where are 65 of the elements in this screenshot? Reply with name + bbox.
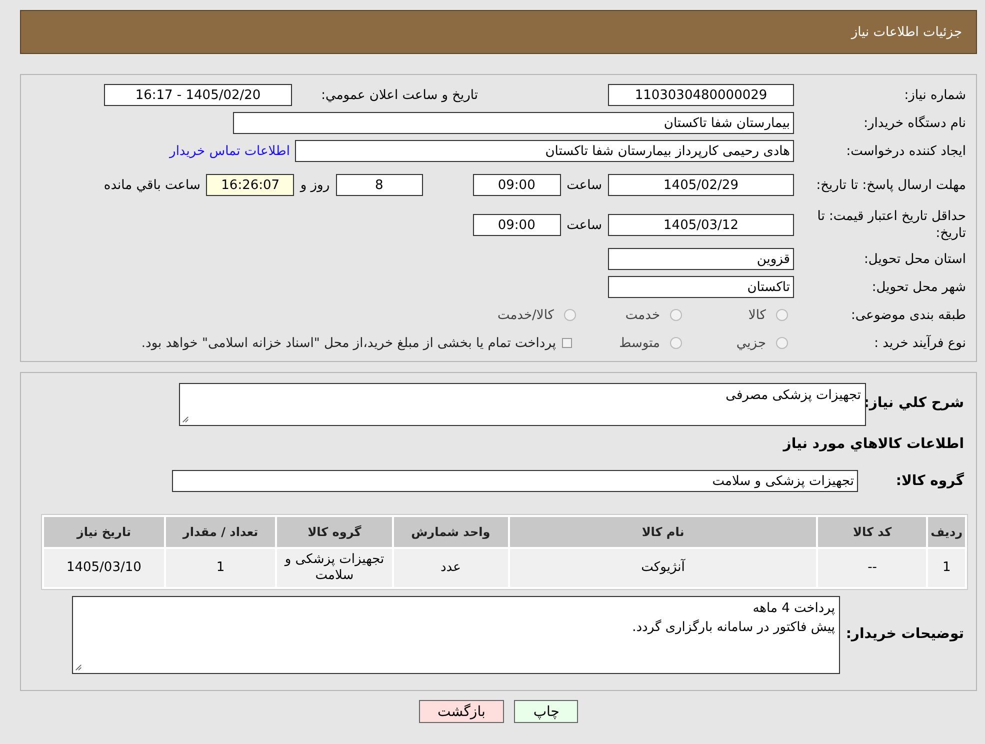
column-header: ردیف bbox=[928, 517, 965, 547]
treasury-note: پرداخت تمام یا بخشی از مبلغ خرید،از محل "اسناد خزانه اسلامی" خواهد بود. bbox=[141, 336, 556, 350]
field-label: نام دستگاه خریدار: bbox=[862, 114, 967, 132]
radio-button[interactable] bbox=[670, 337, 682, 349]
deadline-date-field: 1405/02/29 bbox=[608, 174, 794, 196]
field-label: تاریخ و ساعت اعلان عمومي: bbox=[320, 88, 478, 102]
table-cell: آنژیوکت bbox=[510, 549, 816, 587]
remaining-label: ساعت باقي مانده bbox=[104, 178, 200, 192]
print-button[interactable]: چاپ bbox=[514, 700, 578, 723]
goods-group-field: تجهیزات پزشکی و سلامت bbox=[172, 470, 858, 492]
time-label: ساعت bbox=[566, 178, 602, 192]
checkbox[interactable] bbox=[562, 338, 572, 348]
column-header: کد کالا bbox=[818, 517, 926, 547]
radio-button[interactable] bbox=[776, 309, 788, 321]
radio-button[interactable] bbox=[670, 309, 682, 321]
remaining-time-field: 16:26:07 bbox=[206, 174, 294, 196]
table-cell: تجهیزات پزشکی و سلامت bbox=[277, 549, 392, 587]
field-label: طبقه بندی موضوعی: bbox=[850, 306, 967, 324]
field-label: شرح کلي نیاز: bbox=[866, 394, 965, 411]
days-field: 8 bbox=[336, 174, 423, 196]
field-label: حداقل تاریخ اعتبار قیمت: تا تاریخ: bbox=[816, 208, 967, 242]
table-cell: -- bbox=[818, 549, 926, 587]
buyer-notes-field: پرداخت 4 ماهه پیش فاکتور در سامانه بارگزاری گردد. bbox=[72, 596, 840, 674]
radio-label: جزيي bbox=[736, 336, 766, 350]
time-label: ساعت bbox=[566, 218, 602, 232]
buyer-field: بیمارستان شفا تاکستان bbox=[233, 112, 794, 134]
field-label: ایجاد کننده درخواست: bbox=[845, 142, 967, 160]
table-cell: 1 bbox=[928, 549, 965, 587]
buyer-contact-link[interactable]: اطلاعات تماس خریدار bbox=[170, 144, 290, 158]
validity-date-field: 1405/03/12 bbox=[608, 214, 794, 236]
need-number-field: 1103030480000029 bbox=[608, 84, 794, 106]
resize-grip-icon[interactable] bbox=[182, 416, 189, 423]
requester-field: هادی رحیمی کارپرداز بیمارستان شفا تاکستان bbox=[295, 140, 794, 162]
column-header: گروه کالا bbox=[277, 517, 392, 547]
province-field: قزوین bbox=[608, 248, 794, 270]
table-cell: 1405/03/10 bbox=[44, 549, 164, 587]
field-label: استان محل تحویل: bbox=[863, 250, 967, 268]
back-button[interactable]: بازگشت bbox=[418, 700, 504, 723]
table-cell: عدد bbox=[394, 549, 508, 587]
radio-label: کالا bbox=[748, 308, 766, 322]
field-label: توضیحات خریدار: bbox=[844, 625, 965, 642]
section-heading: اطلاعات کالاهاي مورد نیاز bbox=[782, 435, 965, 454]
field-label: گروه کالا: bbox=[894, 473, 965, 489]
column-header: نام کالا bbox=[510, 517, 816, 547]
radio-label: خدمت bbox=[625, 308, 660, 322]
field-label: نوع فرآیند خرید : bbox=[873, 334, 967, 352]
radio-label: متوسط bbox=[619, 336, 660, 350]
field-label: مهلت ارسال پاسخ: تا تاریخ: bbox=[815, 176, 967, 194]
table-cell: 1 bbox=[166, 549, 276, 587]
radio-button[interactable] bbox=[564, 309, 576, 321]
deadline-time-field: 09:00 bbox=[472, 174, 561, 196]
radio-label: کالا/خدمت bbox=[497, 308, 554, 322]
field-label: شماره نیاز: bbox=[903, 86, 967, 104]
description-field: تجهیزات پزشکی مصرفی bbox=[179, 383, 866, 426]
field-label: شهر محل تحویل: bbox=[870, 278, 967, 296]
announce-date-field: 1405/02/20 - 16:17 bbox=[104, 84, 292, 106]
column-header: تعداد / مقدار bbox=[166, 517, 276, 547]
radio-button[interactable] bbox=[776, 337, 788, 349]
column-header: تاریخ نیاز bbox=[44, 517, 164, 547]
page-title: جزئیات اطلاعات نیاز bbox=[851, 24, 962, 40]
column-header: واحد شمارش bbox=[394, 517, 508, 547]
resize-grip-icon[interactable] bbox=[75, 664, 82, 671]
validity-time-field: 09:00 bbox=[472, 214, 561, 236]
city-field: تاکستان bbox=[608, 276, 794, 298]
days-label: روز و bbox=[300, 178, 330, 192]
